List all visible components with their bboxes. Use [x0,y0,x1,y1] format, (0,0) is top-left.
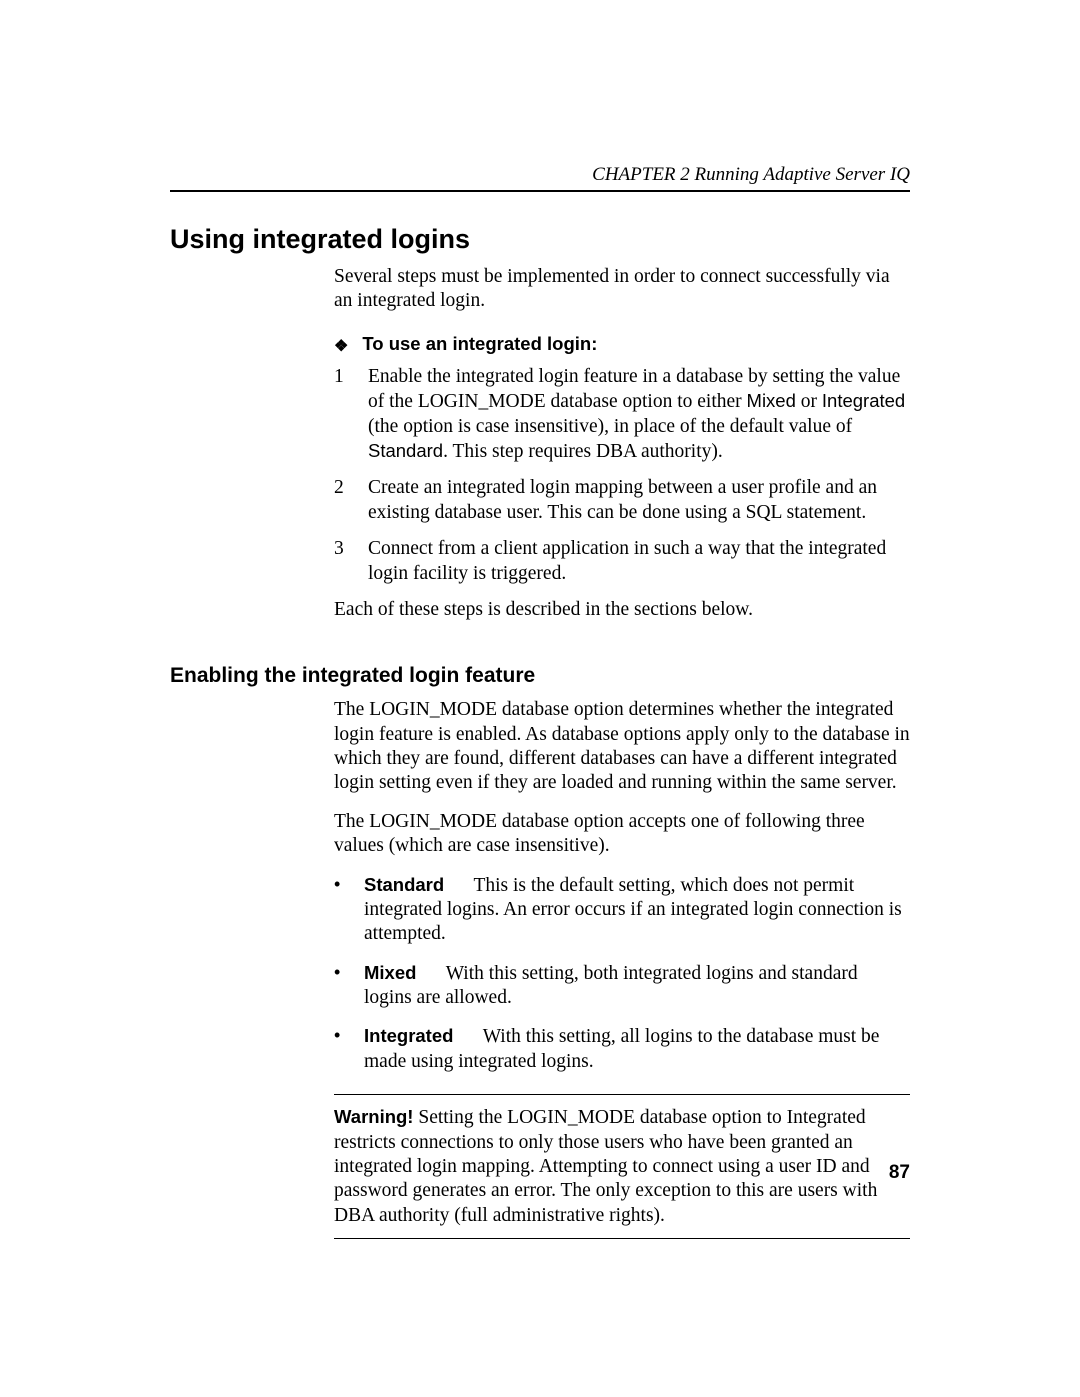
option-standard: Standard [368,440,443,461]
diamond-icon: ❖ [334,339,348,355]
term-standard: Standard [364,874,444,895]
procedure-heading-text: To use an integrated login: [362,332,597,355]
option-mixed: Mixed [747,390,796,411]
outro-paragraph: Each of these steps is described in the … [334,598,910,622]
page: CHAPTER 2 Running Adaptive Server IQ Usi… [0,0,1080,1319]
step-text: Create an integrated login mapping betwe… [368,476,910,525]
warning-label: Warning! [334,1106,413,1127]
bullet-text: Standard This is the default setting, wh… [364,873,910,947]
warning-block: Warning! Setting the LOGIN_MODE database… [334,1094,910,1239]
bullet-icon: • [334,873,346,947]
step-number: 2 [334,476,352,525]
step-1: 1 Enable the integrated login feature in… [334,365,910,465]
subsection-title: Enabling the integrated login feature [170,664,910,688]
step-text: Enable the integrated login feature in a… [368,365,910,465]
subsection-p1: The LOGIN_MODE database option determine… [334,698,910,796]
section-body: Several steps must be implemented in ord… [334,265,910,622]
procedure-heading: ❖ To use an integrated login: [334,332,910,355]
term-integrated: Integrated [364,1025,453,1046]
running-header: CHAPTER 2 Running Adaptive Server IQ [592,164,910,186]
bullet-text: Integrated With this setting, all logins… [364,1024,910,1074]
step-number: 1 [334,365,352,465]
procedure-steps: 1 Enable the integrated login feature in… [334,365,910,586]
bullet-integrated: • Integrated With this setting, all logi… [334,1024,910,1074]
bullet-icon: • [334,1024,346,1074]
intro-paragraph: Several steps must be implemented in ord… [334,265,910,314]
subsection-p2: The LOGIN_MODE database option accepts o… [334,810,910,859]
bullet-mixed: • Mixed With this setting, both integrat… [334,961,910,1011]
section-title: Using integrated logins [170,224,910,255]
step-number: 3 [334,537,352,586]
warning-text: Setting the LOGIN_MODE database option t… [334,1107,877,1226]
option-integrated: Integrated [822,390,905,411]
content: Using integrated logins Several steps mu… [170,224,910,1239]
bullet-standard: • Standard This is the default setting, … [334,873,910,947]
header-rule [170,190,910,192]
page-number: 87 [889,1162,910,1184]
step-text: Connect from a client application in suc… [368,537,910,586]
step-2: 2 Create an integrated login mapping bet… [334,476,910,525]
bullet-text: Mixed With this setting, both integrated… [364,961,910,1011]
term-mixed: Mixed [364,962,416,983]
option-bullets: • Standard This is the default setting, … [334,873,910,1075]
bullet-icon: • [334,961,346,1011]
step-3: 3 Connect from a client application in s… [334,537,910,586]
subsection-body: The LOGIN_MODE database option determine… [334,698,910,1239]
